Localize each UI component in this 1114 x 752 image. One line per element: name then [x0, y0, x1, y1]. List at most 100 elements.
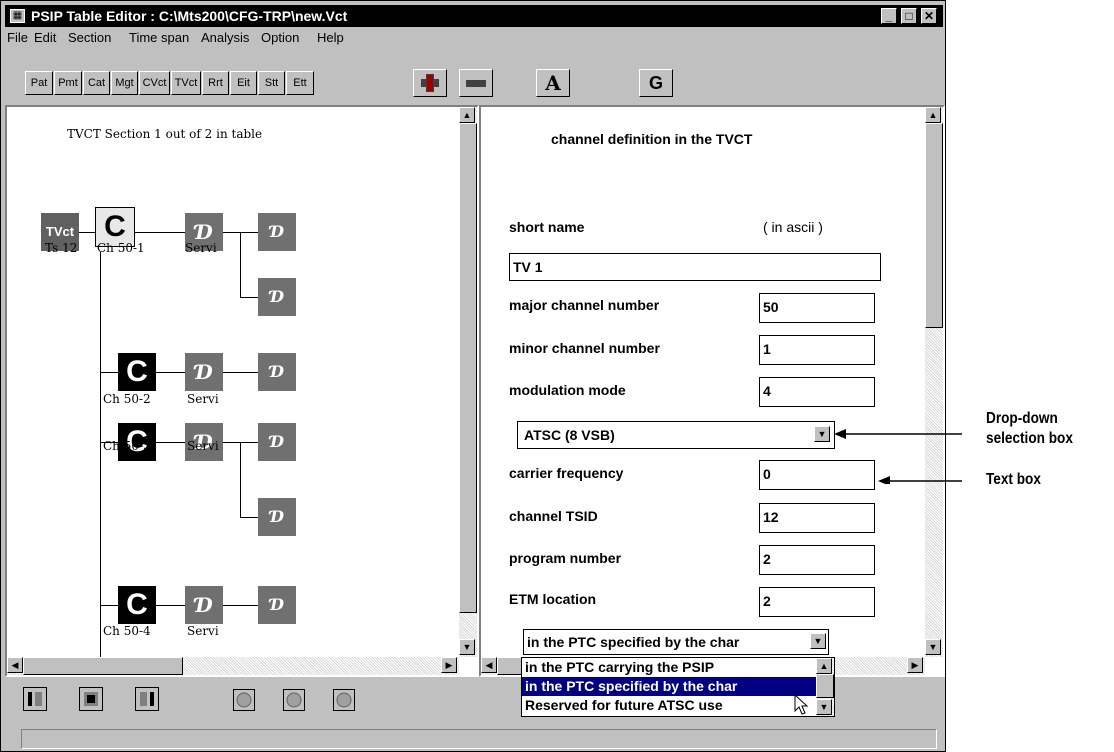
tree-vscroll[interactable]: ▲ ▼ [459, 107, 477, 657]
menu-help[interactable]: Help [317, 30, 344, 45]
scroll-up-button[interactable]: ▲ [925, 107, 941, 123]
connector [240, 517, 258, 518]
menu-time-span[interactable]: Time span [129, 30, 189, 45]
service-caption-3: Servi [187, 439, 219, 453]
minor-channel-label: minor channel number [509, 340, 660, 356]
etm-options-list[interactable]: in the PTC carrying the PSIP in the PTC … [521, 657, 835, 717]
tool-pat-button[interactable]: Pat [25, 71, 53, 95]
form-pane: channel definition in the TVCT short nam… [479, 105, 945, 677]
annotation-arrows [834, 429, 962, 484]
table-icon[interactable] [79, 687, 103, 711]
event-node-1a[interactable]: Ɗ [258, 213, 296, 251]
etm-location-input[interactable]: 2 [759, 587, 875, 617]
connector [240, 232, 241, 297]
hscroll-thumb[interactable] [23, 657, 183, 675]
g-button[interactable]: G [639, 69, 673, 97]
add-button[interactable] [413, 69, 447, 97]
tool-pmt-button[interactable]: Pmt [54, 71, 82, 95]
etm-option-3[interactable]: Reserved for future ATSC use [522, 696, 816, 715]
tool-eit-button[interactable]: Eit [230, 71, 257, 95]
maximize-button[interactable]: □ [901, 8, 917, 24]
menu-bar: File Edit Section Time span Analysis Opt… [5, 28, 943, 49]
menu-edit[interactable]: Edit [34, 30, 56, 45]
scroll-thumb[interactable] [816, 674, 834, 698]
menu-file[interactable]: File [7, 30, 28, 45]
status-bar [21, 729, 937, 749]
scroll-down-button[interactable]: ▼ [816, 699, 832, 715]
connector [100, 605, 118, 606]
disabled-service-icon[interactable] [283, 689, 305, 711]
title-bar[interactable]: ▦ PSIP Table Editor : C:\Mts200\CFG-TRP\… [5, 5, 943, 27]
connector [100, 372, 118, 373]
service-node-4[interactable]: Ɗ [185, 586, 223, 624]
chevron-down-icon[interactable]: ▼ [810, 633, 826, 649]
scroll-down-button[interactable]: ▼ [925, 639, 941, 655]
tree-hscroll[interactable]: ◀ ▶ [7, 657, 459, 675]
tool-cvct-button[interactable]: CVct [139, 71, 170, 95]
disabled-gear-icon[interactable] [233, 689, 255, 711]
etm-option-2[interactable]: in the PTC specified by the char [522, 677, 816, 696]
tool-tvct-button[interactable]: TVct [171, 71, 201, 95]
event-node-3b[interactable]: Ɗ [258, 498, 296, 536]
close-button[interactable]: ✕ [921, 8, 937, 24]
scroll-right-button[interactable]: ▶ [907, 657, 923, 673]
event-node-4a[interactable]: Ɗ [258, 586, 296, 624]
event-node-3a[interactable]: Ɗ [258, 423, 296, 461]
channel-caption-3: Ch 50-3 [103, 439, 151, 453]
minus-icon [466, 80, 486, 87]
tool-stt-button[interactable]: Stt [258, 71, 285, 95]
modulation-input[interactable]: 4 [759, 377, 875, 407]
options-vscroll[interactable]: ▲ ▼ [816, 658, 834, 716]
disabled-event-icon[interactable] [333, 689, 355, 711]
modulation-label: modulation mode [509, 382, 626, 398]
tool-cat-button[interactable]: Cat [83, 71, 110, 95]
channel-node-4[interactable]: C [118, 586, 156, 624]
event-node-2a[interactable]: Ɗ [258, 353, 296, 391]
remove-button[interactable] [459, 69, 493, 97]
scroll-up-button[interactable]: ▲ [459, 107, 475, 123]
last-section-icon[interactable] [135, 687, 159, 711]
toolbar: Pat Pmt Cat Mgt CVct TVct Rrt Eit Stt Et… [5, 69, 945, 101]
first-section-icon[interactable] [23, 687, 47, 711]
scroll-left-button[interactable]: ◀ [481, 657, 497, 673]
major-channel-input[interactable]: 50 [759, 293, 875, 323]
scroll-left-button[interactable]: ◀ [7, 657, 23, 673]
form-vscroll[interactable]: ▲ ▼ [925, 107, 943, 657]
service-node-2[interactable]: Ɗ [185, 353, 223, 391]
plus-icon [421, 74, 439, 92]
scroll-thumb[interactable] [925, 123, 943, 328]
mouse-pointer-icon [794, 694, 809, 715]
channel-node-2[interactable]: C [118, 353, 156, 391]
tool-ett-button[interactable]: Ett [286, 71, 314, 95]
app-window: ▦ PSIP Table Editor : C:\Mts200\CFG-TRP\… [0, 0, 946, 752]
connector [156, 442, 185, 443]
app-icon[interactable]: ▦ [10, 9, 25, 23]
scroll-up-button[interactable]: ▲ [816, 658, 832, 674]
menu-analysis[interactable]: Analysis [201, 30, 249, 45]
scroll-right-button[interactable]: ▶ [441, 657, 457, 673]
program-number-input[interactable]: 2 [759, 545, 875, 575]
menu-option[interactable]: Option [261, 30, 299, 45]
event-node-1b[interactable]: Ɗ [258, 278, 296, 316]
tool-mgt-button[interactable]: Mgt [111, 71, 138, 95]
a-button[interactable]: A [536, 69, 570, 97]
etm-option-1[interactable]: in the PTC carrying the PSIP [522, 658, 816, 677]
short-name-input[interactable]: TV 1 [509, 253, 881, 281]
chevron-down-icon[interactable]: ▼ [814, 426, 830, 442]
tree-pane[interactable]: TVCT Section 1 out of 2 in table TVct Ts… [5, 105, 479, 677]
tool-rrt-button[interactable]: Rrt [202, 71, 229, 95]
minimize-button[interactable]: _ [881, 8, 897, 24]
channel-tsid-input[interactable]: 12 [759, 503, 875, 533]
modulation-select[interactable]: ATSC (8 VSB) ▼ [517, 421, 835, 449]
service-caption-2: Servi [187, 392, 219, 406]
etm-select[interactable]: in the PTC specified by the char ▼ [523, 629, 829, 655]
channel-caption-4: Ch 50-4 [103, 624, 151, 638]
textbox-annotation: Text box [986, 471, 1041, 488]
menu-section[interactable]: Section [68, 30, 111, 45]
scroll-down-button[interactable]: ▼ [459, 639, 475, 655]
form-heading: channel definition in the TVCT [551, 131, 753, 147]
connector [156, 605, 185, 606]
minor-channel-input[interactable]: 1 [759, 335, 875, 365]
scroll-thumb[interactable] [459, 123, 477, 613]
modulation-select-value: ATSC (8 VSB) [524, 427, 615, 443]
